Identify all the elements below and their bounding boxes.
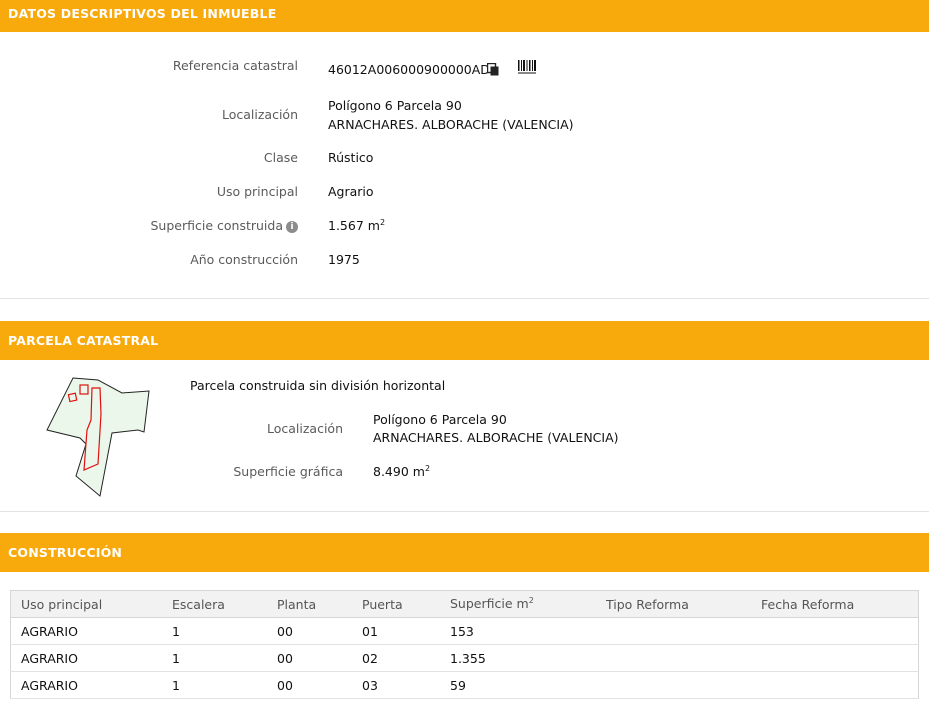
parcela-localizacion-label: Localización	[266, 421, 343, 436]
referencia-label: Referencia catastral	[172, 58, 298, 73]
cell-fecha-reforma	[751, 671, 919, 699]
superficie-construida-label: Superficie construida i	[150, 218, 298, 233]
parcela-descripcion: Parcela construida sin división horizont…	[190, 378, 446, 393]
col-superficie-text: Superficie m	[450, 596, 529, 612]
construccion-table: Uso principal Escalera Planta Puerta Sup…	[10, 590, 919, 699]
cell-superficie: 59	[440, 671, 596, 699]
info-icon[interactable]: i	[286, 221, 298, 233]
col-superficie: Superficie m2	[440, 590, 596, 618]
cell-uso: AGRARIO	[10, 644, 162, 672]
cell-planta: 00	[267, 644, 352, 672]
squared-superscript: 2	[379, 218, 386, 227]
cell-tipo-reforma	[596, 644, 751, 672]
section-header-parcela: PARCELA CATASTRAL	[0, 321, 929, 360]
superficie-grafica-label: Superficie gráfica	[233, 464, 343, 479]
col-tipo-reforma: Tipo Reforma	[596, 590, 751, 618]
section-header-construccion: CONSTRUCCIÓN	[0, 533, 929, 572]
cell-uso: AGRARIO	[10, 617, 162, 645]
col-uso-principal: Uso principal	[10, 590, 162, 618]
uso-principal-label: Uso principal	[216, 184, 298, 199]
uso-principal-value: Agrario	[328, 184, 374, 199]
referencia-value[interactable]: 46012A006000900000AD	[328, 62, 490, 77]
cell-fecha-reforma	[751, 644, 919, 672]
superficie-construida-value: 1.567 m2	[328, 218, 385, 233]
cell-superficie: 153	[440, 617, 596, 645]
cell-escalera: 1	[162, 644, 267, 672]
cell-tipo-reforma	[596, 671, 751, 699]
col-fecha-reforma: Fecha Reforma	[751, 590, 919, 618]
localizacion-label: Localización	[221, 107, 298, 122]
cell-planta: 00	[267, 671, 352, 699]
clase-value: Rústico	[328, 150, 374, 165]
cell-uso: AGRARIO	[10, 671, 162, 699]
parcela-localizacion-line1: Polígono 6 Parcela 90	[373, 412, 507, 427]
cell-superficie: 1.355	[440, 644, 596, 672]
cell-puerta: 01	[352, 617, 440, 645]
anio-construccion-label: Año construcción	[190, 252, 298, 267]
anio-construccion-value: 1975	[328, 252, 360, 267]
barcode-icon[interactable]	[518, 60, 536, 74]
parcela-localizacion-line2: ARNACHARES. ALBORACHE (VALENCIA)	[373, 430, 619, 445]
superficie-construida-number: 1.567 m	[328, 218, 380, 234]
localizacion-line2: ARNACHARES. ALBORACHE (VALENCIA)	[328, 117, 574, 132]
divider	[0, 298, 929, 299]
table-row: AGRARIO 1 00 01 153	[10, 617, 919, 645]
section-header-datos: DATOS DESCRIPTIVOS DEL INMUEBLE	[0, 0, 929, 32]
cell-puerta: 03	[352, 671, 440, 699]
superficie-grafica-value: 8.490 m2	[373, 464, 430, 479]
divider	[0, 511, 929, 512]
copy-icon[interactable]	[487, 63, 499, 76]
clase-label: Clase	[263, 150, 298, 165]
squared-superscript: 2	[528, 596, 534, 606]
parcel-map-icon[interactable]	[40, 372, 155, 500]
col-planta: Planta	[267, 590, 352, 618]
superficie-grafica-number: 8.490 m	[373, 464, 425, 480]
cell-planta: 00	[267, 617, 352, 645]
localizacion-line1: Polígono 6 Parcela 90	[328, 98, 462, 113]
cell-escalera: 1	[162, 671, 267, 699]
col-puerta: Puerta	[352, 590, 440, 618]
cell-escalera: 1	[162, 617, 267, 645]
cell-puerta: 02	[352, 644, 440, 672]
superficie-construida-text: Superficie construida	[150, 218, 284, 233]
table-row: AGRARIO 1 00 03 59	[10, 671, 919, 699]
table-row: AGRARIO 1 00 02 1.355	[10, 644, 919, 672]
squared-superscript: 2	[424, 464, 431, 473]
cell-tipo-reforma	[596, 617, 751, 645]
col-escalera: Escalera	[162, 590, 267, 618]
cell-fecha-reforma	[751, 617, 919, 645]
table-header-row: Uso principal Escalera Planta Puerta Sup…	[10, 590, 919, 618]
